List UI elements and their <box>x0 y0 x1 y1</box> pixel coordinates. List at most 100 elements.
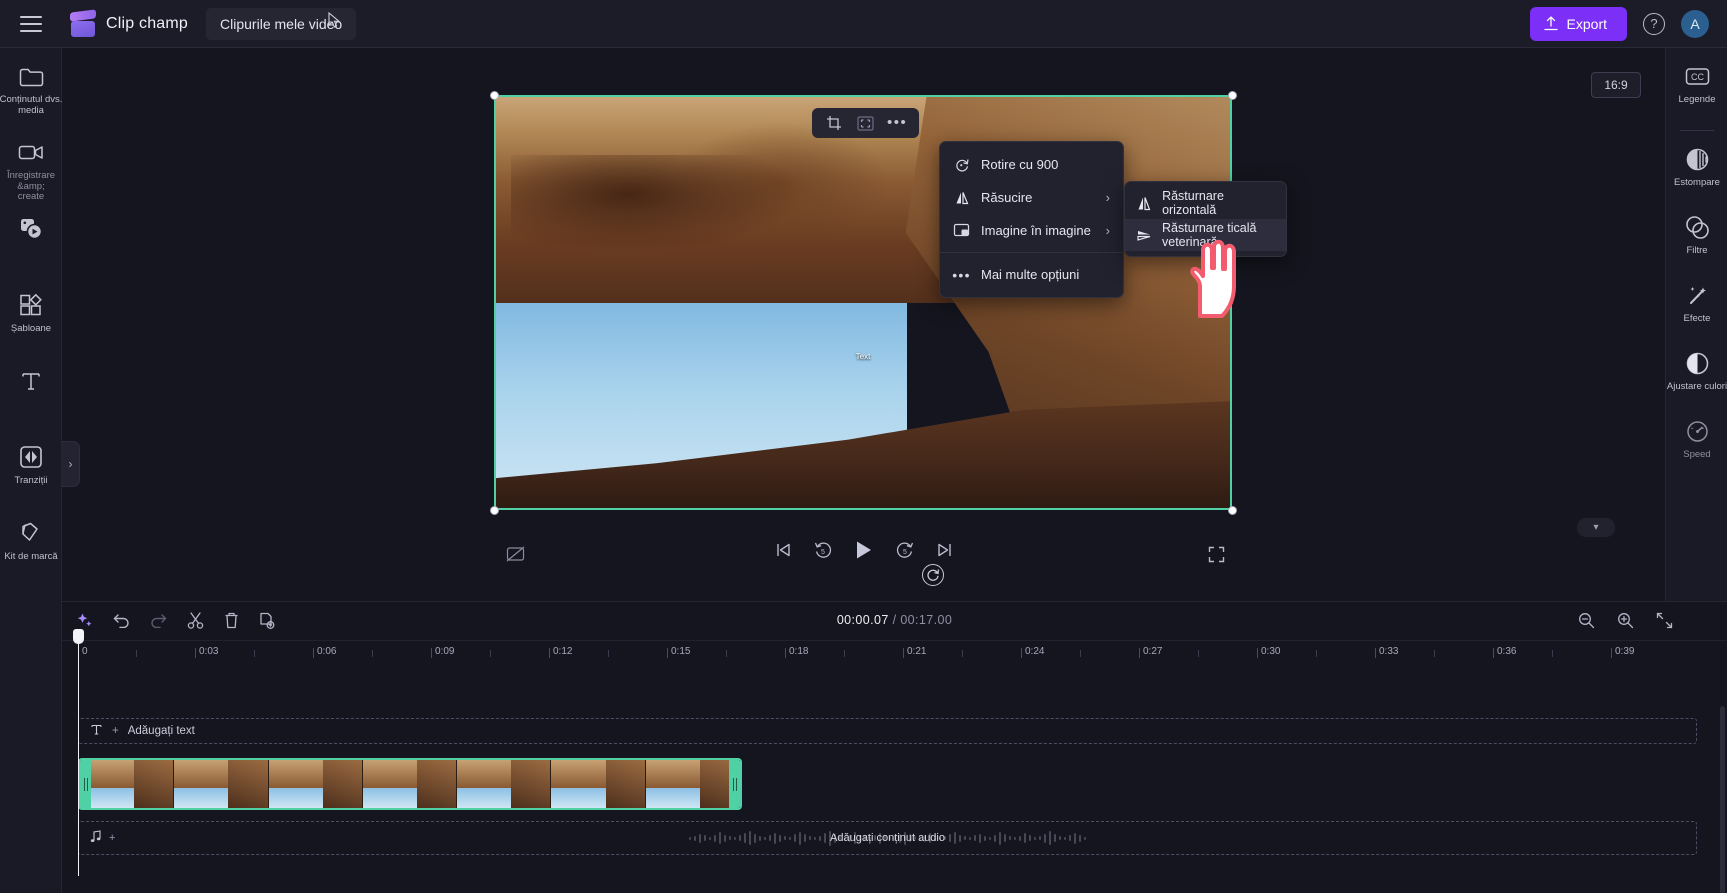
ruler-label: 0:09 <box>435 646 455 657</box>
clip-thumbnail <box>80 760 175 808</box>
sidebar-item-media-label: Conținutul dvs. media <box>0 94 63 116</box>
sidebar-item-templates[interactable]: Șabloane <box>0 291 62 355</box>
timeline-collapse-button[interactable]: ▾ <box>1577 518 1615 537</box>
resize-handle-top-left[interactable] <box>490 91 499 100</box>
resize-handle-bottom-right[interactable] <box>1228 506 1237 515</box>
fit-timeline-button[interactable] <box>1656 612 1673 629</box>
zoom-out-button[interactable] <box>1578 612 1595 629</box>
add-text-plus: + <box>112 725 119 737</box>
right-item-color-adjust[interactable]: Ajustare culori <box>1666 349 1727 407</box>
undo-button[interactable] <box>113 613 130 628</box>
right-item-blur-label: Estompare <box>1674 177 1720 188</box>
playhead[interactable] <box>73 629 84 876</box>
duplicate-icon <box>260 612 275 629</box>
skip-to-start-button[interactable] <box>776 542 791 558</box>
timeline-vertical-scrollbar[interactable] <box>1720 706 1725 893</box>
fit-button[interactable] <box>851 111 879 135</box>
right-item-effects[interactable]: Efecte <box>1666 281 1727 339</box>
text-t-icon <box>20 367 42 395</box>
split-button[interactable] <box>187 611 204 629</box>
help-icon[interactable]: ? <box>1643 12 1665 35</box>
sidebar-item-transitions[interactable]: Tranziții <box>0 443 62 507</box>
delete-button[interactable] <box>224 612 239 629</box>
clip-thumbnail <box>457 760 552 808</box>
context-menu-item-more-options[interactable]: ••• Mai multe opțiuni <box>940 258 1123 291</box>
clip-thumbnail <box>645 760 740 808</box>
resize-handle-top-right[interactable] <box>1228 91 1237 100</box>
ruler-label: 0:18 <box>789 646 809 657</box>
export-button[interactable]: Export <box>1529 6 1627 41</box>
sidebar-expand-button[interactable]: › <box>62 441 80 487</box>
sidebar-item-stock[interactable] <box>0 215 62 279</box>
context-menu-item-pip[interactable]: Imagine în imagine › <box>940 214 1123 247</box>
sidebar-item-record-create[interactable]: Înregistrare &amp; create <box>0 138 62 203</box>
timeline-ruler[interactable]: 0 0:03 0:06 0:09 0:12 0:15 0:18 0:21 0:2 <box>62 629 1727 876</box>
video-clip[interactable] <box>78 758 742 810</box>
templates-grid-icon <box>19 291 43 319</box>
sidebar-item-brand-kit[interactable]: Kit de marcă <box>0 519 62 583</box>
rewind-5-button[interactable]: 5 <box>814 541 832 559</box>
project-tab[interactable]: Clipurile mele video <box>206 7 357 40</box>
clip-context-menu: Rotire cu 900 Răsucire › Imagine în imag… <box>939 141 1124 298</box>
text-track-placeholder[interactable]: + Adăugați text <box>78 718 1697 744</box>
resize-handle-bottom-left[interactable] <box>490 506 499 515</box>
right-item-filters[interactable]: Filtre <box>1666 213 1727 271</box>
media-stickers-icon <box>19 215 44 243</box>
sidebar-item-media[interactable]: Conținutul dvs. media <box>0 62 62 126</box>
hamburger-menu-icon[interactable] <box>20 15 42 32</box>
aspect-ratio-badge[interactable]: 16:9 <box>1591 72 1641 98</box>
context-menu-item-rotate[interactable]: Rotire cu 900 <box>940 148 1123 181</box>
rail-divider <box>1679 130 1714 131</box>
total-time: 00:17.00 <box>900 613 953 627</box>
avatar-initial: A <box>1690 15 1700 32</box>
toggle-captions-button[interactable] <box>506 546 525 567</box>
timeline-panel: 00:00.07 / 00:17.00 0 0:03 0:06 0:09 0:1… <box>62 601 1727 893</box>
forward-5-button[interactable]: 5 <box>896 541 914 559</box>
clip-float-toolbar: ••• <box>812 108 919 138</box>
right-item-blur[interactable]: Estompare <box>1666 145 1727 203</box>
ruler-label: 0:03 <box>199 646 219 657</box>
redo-button[interactable] <box>150 613 167 628</box>
context-menu-item-flip[interactable]: Răsucire › <box>940 181 1123 214</box>
flip-vertical-icon <box>1136 227 1152 244</box>
sidebar-item-record-create-label: Înregistrare &amp; create <box>6 170 56 203</box>
submenu-item-flip-horizontal[interactable]: Răsturnare orizontală <box>1125 187 1286 219</box>
svg-text:5: 5 <box>821 549 825 556</box>
fullscreen-button[interactable] <box>1208 546 1225 568</box>
ruler-label: 0:30 <box>1261 646 1281 657</box>
clip-thumbnail <box>551 760 646 808</box>
svg-text:CC: CC <box>1691 72 1704 82</box>
ruler-label: 0:27 <box>1143 646 1163 657</box>
current-time: 00:00.07 <box>836 613 889 627</box>
sidebar-item-text[interactable] <box>0 367 62 431</box>
ai-sparkle-button[interactable] <box>76 612 93 629</box>
avatar[interactable]: A <box>1681 9 1709 38</box>
context-menu-separator <box>940 252 1123 253</box>
skip-to-end-button[interactable] <box>937 542 952 558</box>
top-bar: Clip champ Clipurile mele video Export ?… <box>0 0 1727 48</box>
brand-name: Clip champ <box>106 14 189 32</box>
fit-timeline-icon <box>1656 612 1673 628</box>
play-button[interactable] <box>855 540 873 560</box>
clip-trim-handle-left[interactable] <box>80 760 91 808</box>
duplicate-button[interactable] <box>259 612 275 629</box>
speedometer-icon <box>1685 417 1710 445</box>
more-options-button[interactable]: ••• <box>883 111 911 135</box>
chevron-right-icon: › <box>1105 190 1110 205</box>
playback-controls: 5 5 ▾ <box>62 518 1665 590</box>
hand-pointer-cursor-icon <box>1190 239 1236 318</box>
ellipsis-horizontal-icon: ••• <box>952 266 971 283</box>
ruler-label: 0:33 <box>1379 646 1399 657</box>
timeline-toolbar: 00:00.07 / 00:17.00 <box>62 602 1727 638</box>
ruler-label: 0:21 <box>907 646 927 657</box>
clip-trim-handle-right[interactable] <box>729 760 740 808</box>
right-item-captions[interactable]: CC Legende <box>1666 62 1727 120</box>
ruler-label: 0:36 <box>1497 646 1517 657</box>
sparkle-icon <box>77 613 92 626</box>
crop-button[interactable] <box>820 111 848 135</box>
right-item-color-adjust-label: Ajustare culori <box>1666 381 1727 392</box>
audio-track-placeholder[interactable]: + Adăugați conținut audio <box>78 821 1697 855</box>
zoom-in-button[interactable] <box>1617 612 1634 629</box>
rotate-handle[interactable] <box>922 564 944 586</box>
right-item-speed[interactable]: Speed <box>1666 417 1727 475</box>
